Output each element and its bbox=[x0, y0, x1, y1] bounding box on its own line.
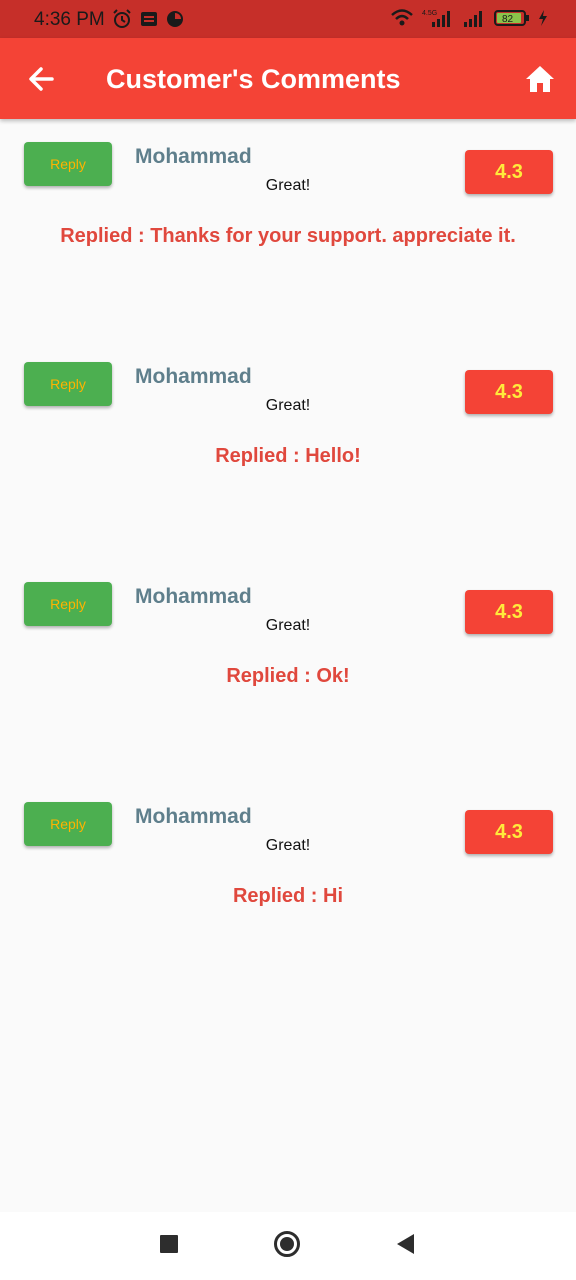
battery-level: 82 bbox=[502, 14, 514, 25]
charging-icon bbox=[539, 10, 547, 26]
back-triangle-icon[interactable] bbox=[397, 1234, 414, 1254]
rating-badge: 4.3 bbox=[465, 370, 553, 414]
app-notification-icon bbox=[167, 11, 183, 27]
rating-badge: 4.3 bbox=[465, 810, 553, 854]
status-icons-left bbox=[112, 9, 184, 29]
commenter-name: Mohammad bbox=[135, 145, 252, 168]
home-circle-icon[interactable] bbox=[274, 1231, 300, 1257]
reply-text: Replied : Hello! bbox=[215, 445, 361, 467]
commenter-name: Mohammad bbox=[135, 365, 252, 388]
network-label: 4.5G bbox=[422, 10, 437, 17]
rating-badge: 4.3 bbox=[465, 150, 553, 194]
app-bar: Customer's Comments bbox=[0, 38, 576, 119]
comment-item: Reply Mohammad Great! 4.3 Replied : Hell… bbox=[0, 340, 576, 560]
signal-icon-2 bbox=[464, 11, 482, 27]
commenter-name: Mohammad bbox=[135, 805, 252, 828]
comment-item: Reply Mohammad Great! 4.3 Replied : Than… bbox=[0, 120, 576, 340]
system-nav-bar bbox=[0, 1212, 576, 1280]
status-time: 4:36 PM bbox=[34, 9, 105, 30]
arrow-back-icon bbox=[29, 67, 54, 91]
reply-text: Replied : Ok! bbox=[226, 665, 350, 687]
battery-icon: 82 bbox=[494, 10, 529, 26]
page-title: Customer's Comments bbox=[106, 64, 401, 94]
comment-item: Reply Mohammad Great! 4.3 Replied : Hi bbox=[0, 780, 576, 1000]
home-circle-inner bbox=[280, 1237, 294, 1251]
notification-icon bbox=[141, 12, 157, 26]
comment-item: Reply Mohammad Great! 4.3 Replied : Ok! bbox=[0, 560, 576, 780]
status-bar: 4:36 PM 4.5G 82 bbox=[0, 0, 576, 38]
wifi-icon bbox=[391, 9, 413, 26]
rating-badge: 4.3 bbox=[465, 590, 553, 634]
status-icons-right: 4.5G 82 bbox=[390, 8, 548, 28]
home-button[interactable] bbox=[524, 63, 556, 95]
commenter-name: Mohammad bbox=[135, 585, 252, 608]
alarm-icon bbox=[113, 9, 131, 28]
back-button[interactable] bbox=[26, 64, 56, 94]
signal-icon: 4.5G bbox=[422, 10, 450, 27]
home-icon bbox=[526, 66, 554, 92]
reply-text: Replied : Thanks for your support. appre… bbox=[60, 225, 516, 247]
reply-text: Replied : Hi bbox=[232, 885, 343, 907]
recents-square-icon[interactable] bbox=[160, 1235, 178, 1253]
